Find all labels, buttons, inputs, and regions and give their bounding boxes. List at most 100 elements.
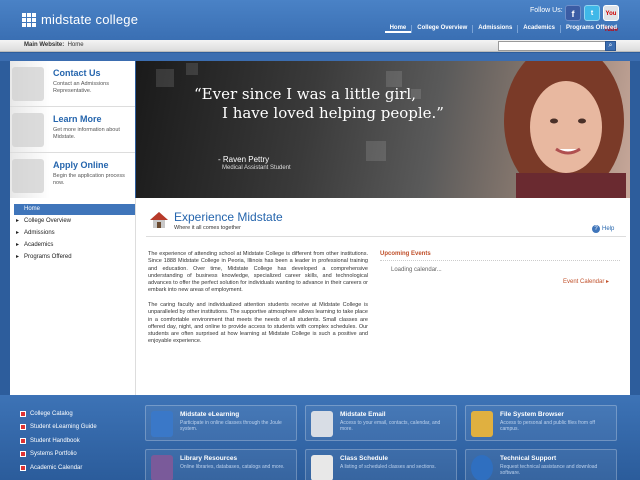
footer-link-academic-calendar[interactable]: Academic Calendar [20,461,97,475]
question-icon [471,455,493,480]
checkmark-icon [12,159,44,193]
promo-apply-online[interactable]: Apply Online Begin the application proce… [10,153,135,199]
hero-quote: “Ever since I was a little girl, I have … [194,85,444,123]
events-divider [380,260,620,261]
header-strip [0,53,640,61]
tile-title: Library Resources [180,455,238,462]
tile-title: Class Schedule [340,455,389,462]
tile-title: Technical Support [500,455,557,462]
pdf-icon [20,464,26,471]
logo-grid-icon [22,12,36,27]
event-calendar-link[interactable]: Event Calendar ▸ [563,278,609,285]
footer-link-label: Student eLearning Guide [30,424,97,431]
promo-column: Contact Us Contact an Admissions Represe… [10,61,135,199]
breadcrumb: Main Website: Home [24,42,84,48]
footer-link-label: Student Handbook [30,437,80,444]
tile-library-resources[interactable]: Library Resources Online libraries, data… [145,449,297,480]
promo-desc: Begin the application process now. [53,173,125,186]
search-icon[interactable]: ⌕ [605,41,616,51]
promo-title: Contact Us [53,68,101,78]
youtube-icon[interactable]: You Tube [603,5,619,33]
tile-title: Midstate eLearning [180,411,240,418]
facebook-icon[interactable]: f [565,5,581,21]
nav-academics[interactable]: Academics [517,25,560,33]
promo-title: Apply Online [53,160,109,170]
tile-desc: Online libraries, databases, catalogs an… [180,464,285,470]
tile-midstate-elearning[interactable]: Midstate eLearning Participate in online… [145,405,297,441]
tile-desc: Participate in online classes through th… [180,420,282,432]
info-icon [12,113,44,147]
intro-paragraph-1: The experience of attending school at Mi… [148,251,368,294]
footer-link-label: Systems Portfolio [30,451,77,458]
pdf-icon [20,451,26,458]
books-icon [151,455,173,480]
hero-banner: “Ever since I was a little girl, I have … [136,61,630,198]
footer-link-label: College Catalog [30,410,73,417]
tile-desc: Access to personal and public files from… [500,420,595,432]
title-divider [146,236,626,237]
events-loading-text: Loading calendar... [391,267,442,273]
calendar-icon [311,455,333,480]
pdf-icon [20,437,26,444]
help-link[interactable]: ? Help [592,225,614,233]
tile-desc: Access to your email, contacts, calendar… [340,420,441,432]
tile-desc: A listing of scheduled classes and secti… [340,464,436,470]
arrow-right-icon: ▸ [606,279,610,285]
help-label: Help [602,226,615,232]
events-title: Upcoming Events [380,251,431,257]
tile-title: Midstate Email [340,411,386,418]
site-header: midstate college Follow Us: f t You Tube… [0,0,640,40]
footer-link-systems-portfolio[interactable]: Systems Portfolio [20,448,97,462]
sidebar-item-programs-offered[interactable]: Programs Offered [14,251,136,263]
main-content-panel: Home College Overview Admissions Academi… [10,198,630,395]
site-logo[interactable]: midstate college [22,12,138,27]
breadcrumb-location[interactable]: Home [68,42,84,48]
hero-quote-line1: “Ever since I was a little girl, [194,85,416,103]
breadcrumb-label: Main Website: [24,42,65,48]
sidebar-item-college-overview[interactable]: College Overview [14,215,136,227]
promo-desc: Contact an Admissions Representative. [53,81,109,94]
promo-title: Learn More [53,114,102,124]
search-input[interactable] [498,41,606,51]
help-icon: ? [592,225,600,233]
sidebar-item-home[interactable]: Home [14,204,136,215]
intro-paragraph-2: The caring faculty and individualized at… [148,302,368,345]
book-icon [151,411,173,437]
top-navigation: Home College Overview Admissions Academi… [384,25,622,33]
footer-link-elearning-guide[interactable]: Student eLearning Guide [20,421,97,435]
site-footer: College Catalog Student eLearning Guide … [0,395,640,480]
hero-quote-line2: I have loved helping people.” [222,104,444,122]
sidebar-item-admissions[interactable]: Admissions [14,227,136,239]
pdf-icon [20,424,26,431]
folder-icon [471,411,493,437]
side-navigation: Home College Overview Admissions Academi… [14,204,136,263]
tile-file-system-browser[interactable]: File System Browser Access to personal a… [465,405,617,441]
tile-technical-support[interactable]: Technical Support Request technical assi… [465,449,617,480]
sidenav-divider [135,198,136,395]
tile-class-schedule[interactable]: Class Schedule A listing of scheduled cl… [305,449,457,480]
footer-link-label: Academic Calendar [30,464,83,471]
page-title: Experience Midstate [174,210,283,224]
tile-title: File System Browser [500,411,564,418]
nav-college-overview[interactable]: College Overview [411,25,472,33]
nav-home[interactable]: Home [384,25,412,33]
house-icon [150,212,168,228]
logo-text: midstate college [41,12,139,27]
page-subtitle: Where it all comes together [174,225,241,231]
footer-link-student-handbook[interactable]: Student Handbook [20,434,97,448]
phone-icon [12,67,44,101]
promo-contact-us[interactable]: Contact Us Contact an Admissions Represe… [10,61,135,107]
promo-desc: Get more information about Midstate. [53,127,120,140]
twitter-icon[interactable]: t [584,5,600,21]
nav-programs-offered[interactable]: Programs Offered [559,25,622,33]
student-photo [504,61,626,198]
pdf-icon [20,410,26,417]
footer-link-college-catalog[interactable]: College Catalog [20,407,97,421]
tile-midstate-email[interactable]: Midstate Email Access to your email, con… [305,405,457,441]
tile-desc: Request technical assistance and downloa… [500,464,598,476]
promo-learn-more[interactable]: Learn More Get more information about Mi… [10,107,135,153]
nav-admissions[interactable]: Admissions [472,25,517,33]
footer-links: College Catalog Student eLearning Guide … [20,407,97,475]
sidebar-item-academics[interactable]: Academics [14,239,136,251]
hero-author: - Raven Pettry [218,155,270,164]
